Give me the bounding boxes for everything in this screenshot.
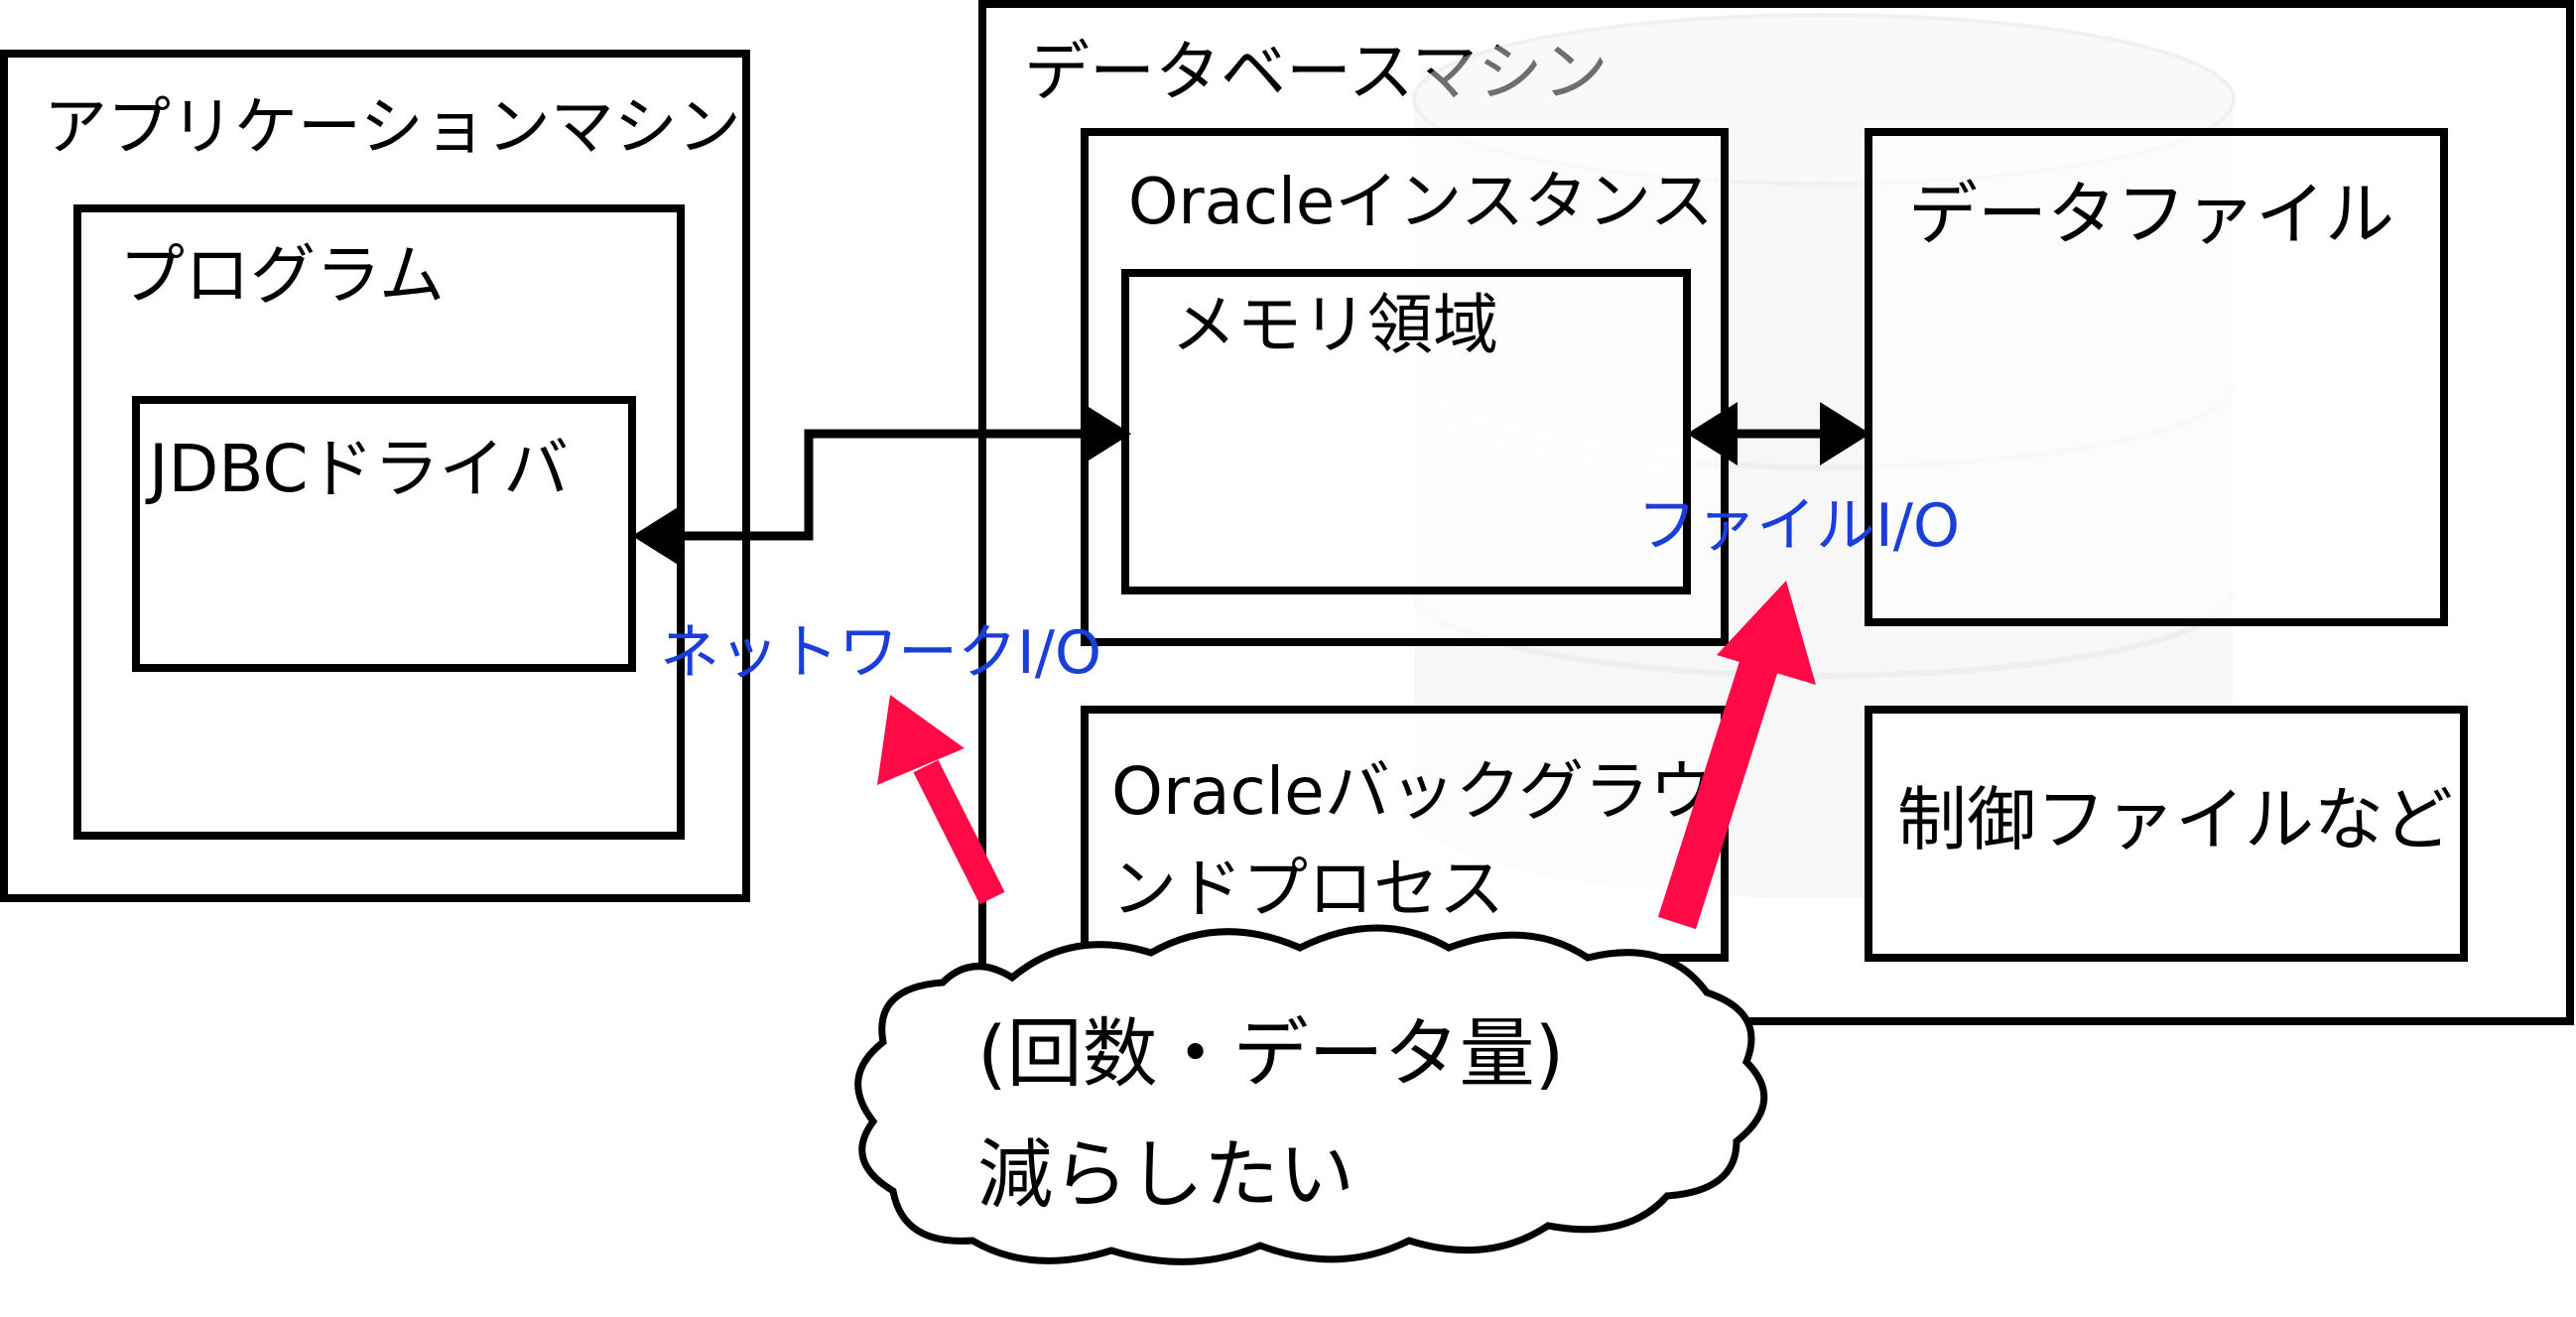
jdbc-driver: JDBCドライバ: [132, 396, 636, 672]
background-process-label-line1: Oracleバックグラウ: [1111, 753, 1715, 830]
network-io-label: ネットワークI/O: [660, 618, 1101, 688]
oracle-background-process: Oracleバックグラウ ンドプロセス: [1081, 706, 1729, 962]
application-machine-title: アプリケーションマシン: [44, 91, 741, 165]
callout-line1: (回数・データ量): [977, 1009, 1564, 1098]
oracle-instance: Oracleインスタンス メモリ領域: [1081, 128, 1729, 646]
highlight-arrow-network: [877, 695, 1005, 905]
jdbc-driver-label: JDBCドライバ: [145, 431, 569, 507]
background-process-label-line2: ンドプロセス: [1111, 851, 1504, 927]
program: プログラム JDBCドライバ: [73, 204, 685, 840]
memory-area-label: メモリ領域: [1171, 287, 1498, 363]
control-files: 制御ファイルなど: [1865, 706, 2468, 962]
datafile-label: データファイル: [1908, 174, 2394, 255]
architecture-diagram: アプリケーションマシン プログラム JDBCドライバ データベースマシン Ora…: [0, 0, 2574, 1265]
callout-line2: 減らしたい: [977, 1130, 1354, 1219]
oracle-instance-title: Oracleインスタンス: [1128, 166, 1714, 239]
program-title: プログラム: [119, 237, 445, 314]
callout-cloud: (回数・データ量) 減らしたい: [854, 924, 1768, 1265]
application-machine: アプリケーションマシン プログラム JDBCドライバ: [0, 50, 750, 902]
file-io-label: ファイルI/O: [1637, 491, 1960, 561]
memory-area: メモリ領域: [1121, 269, 1691, 594]
control-files-label: 制御ファイルなど: [1897, 779, 2453, 860]
